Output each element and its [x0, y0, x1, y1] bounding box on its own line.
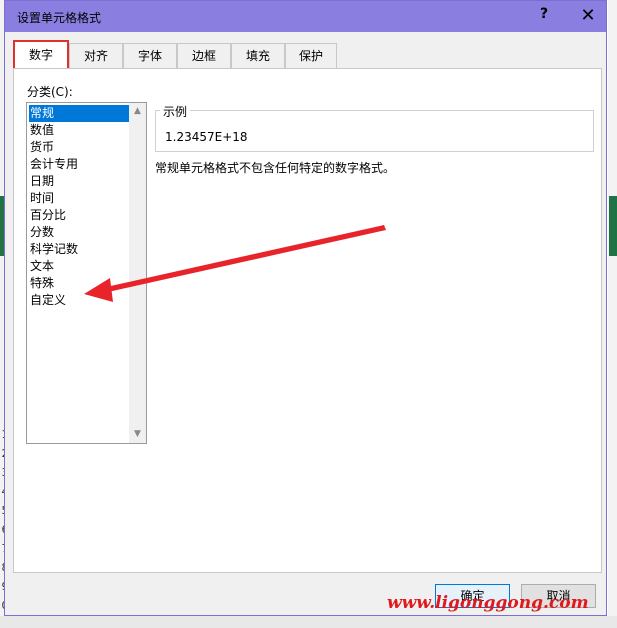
- watermark-text: www.ligonggong.com: [387, 593, 589, 613]
- arrow-head-icon: [84, 278, 113, 302]
- sheet-bottom-strip: [0, 616, 617, 628]
- annotation-arrow: [84, 225, 386, 302]
- arrow-shaft-icon: [106, 225, 386, 292]
